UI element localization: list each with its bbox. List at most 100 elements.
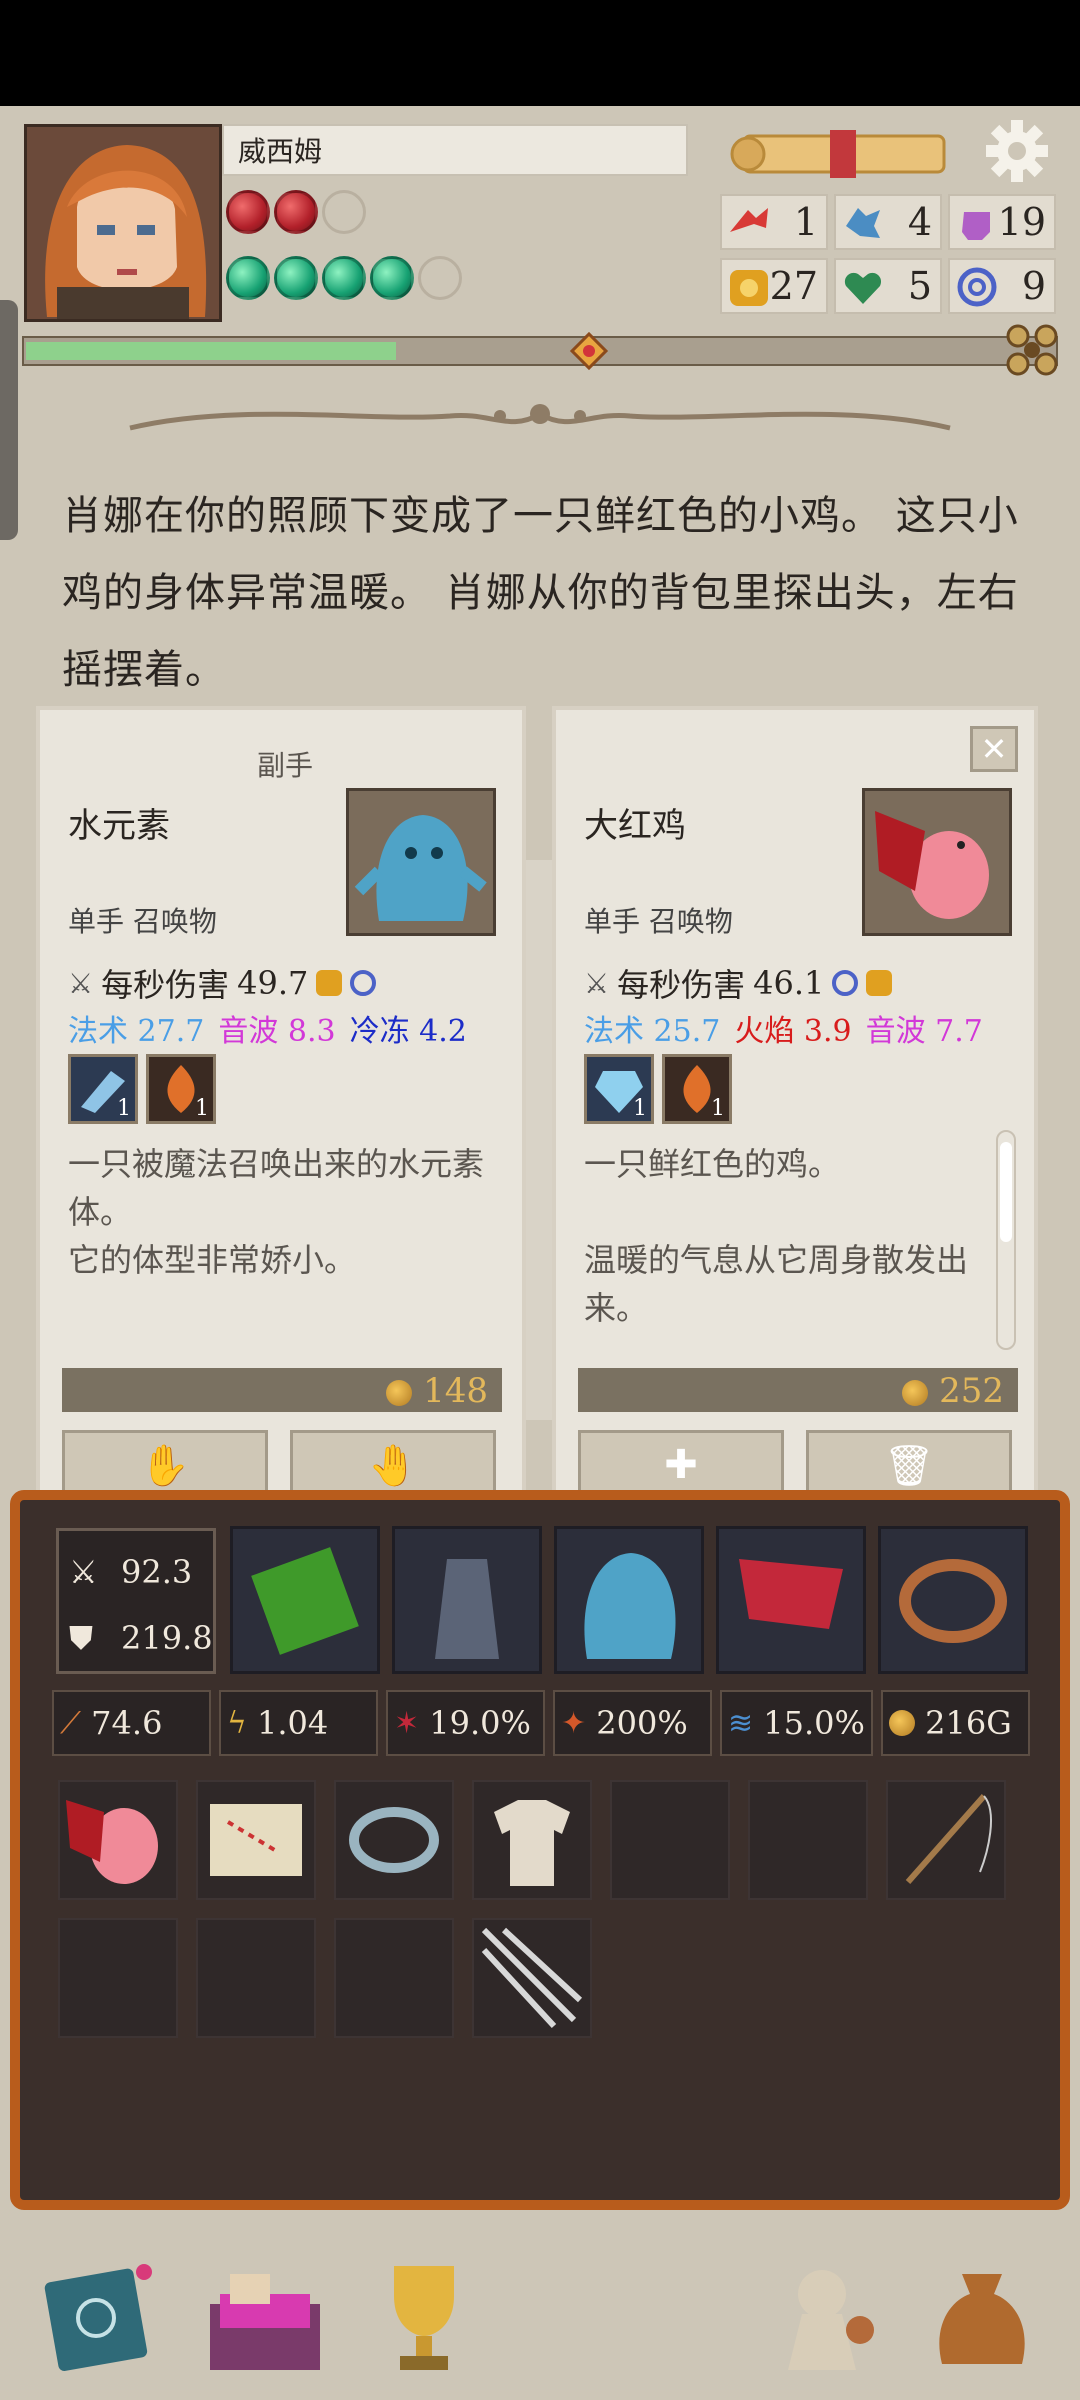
- stamina-orb-filled: [370, 256, 414, 300]
- health-orbs: [226, 190, 366, 234]
- sword-icon: ⚔: [69, 1553, 98, 1591]
- red-arrow-icon: [730, 208, 768, 232]
- fire-gem-slot[interactable]: 1: [146, 1054, 216, 1124]
- equip-slot-hooded-cloak[interactable]: [392, 1526, 542, 1674]
- dps-line: ⚔ 每秒伤害 46.1: [584, 960, 893, 1006]
- stamina-orb-filled: [226, 256, 270, 300]
- blue-spiral-icon: [832, 970, 859, 996]
- item-card-equipped: 副手 水元素 单手 召唤物 ⚔ 每秒伤害 49.7 法术 27.7 音波 8.3…: [36, 706, 526, 1514]
- fire-gem-slot[interactable]: 1: [662, 1054, 732, 1124]
- resource-purple: 19: [948, 194, 1056, 250]
- health-orb-empty: [322, 190, 366, 234]
- effect-frost: 冷冻 4.2: [349, 1014, 467, 1049]
- xp-marker-icon: [568, 330, 610, 372]
- resource-blue: 4: [834, 194, 942, 250]
- equip-slot-water-elemental[interactable]: [554, 1526, 704, 1674]
- backpack-slot-arrows[interactable]: [472, 1918, 592, 2038]
- backpack-slot-empty[interactable]: [748, 1780, 868, 1900]
- resource-red: 1: [720, 194, 828, 250]
- blue-spiral-icon: [350, 970, 377, 996]
- spellbook-icon[interactable]: [40, 2254, 160, 2374]
- stamina-orbs: [226, 256, 462, 300]
- item-type: 单手 召唤物: [584, 905, 733, 938]
- equip-slot-red-banner[interactable]: [716, 1526, 866, 1674]
- item-description: 一只鲜红色的鸡。 温暖的气息从它周身散发出来。: [584, 1145, 969, 1327]
- gold-ring-icon: [866, 970, 893, 996]
- character-name-field[interactable]: 威西姆: [222, 124, 688, 176]
- gold-ring-icon: [730, 270, 768, 306]
- item-type: 单手 召唤物: [68, 905, 217, 938]
- equip-slot-green-scroll[interactable]: [230, 1526, 380, 1674]
- effect-spell: 法术 27.7: [68, 1014, 205, 1049]
- attr-crit-damage: ✦ 200%: [552, 1690, 712, 1756]
- backpack-slot-fishing-rod[interactable]: [886, 1780, 1006, 1900]
- attribute-bar: ⟋ 74.6 ϟ 1.04 ✶ 19.0% ✦ 200% ≋ 15.0% 216…: [52, 1690, 1031, 1756]
- attr-attack-boost: ⟋ 74.6: [52, 1690, 211, 1756]
- equip-slot-rope[interactable]: [878, 1526, 1028, 1674]
- attr-speed: ϟ 1.04: [218, 1690, 378, 1756]
- effect-spell: 法术 25.7: [584, 1014, 721, 1049]
- item-card-selected: ✕ 大红鸡 单手 召唤物 ⚔ 每秒伤害 46.1 法术 25.7 火焰 3.9 …: [552, 706, 1038, 1514]
- crit-chance-icon: ✶: [393, 1705, 420, 1741]
- backpack-slot-empty[interactable]: [610, 1780, 730, 1900]
- experience-bar-fill: [26, 342, 396, 360]
- backpack-slot-empty[interactable]: [58, 1918, 178, 2038]
- merchant-icon[interactable]: [758, 2254, 878, 2374]
- item-price: 148: [62, 1368, 502, 1412]
- story-text: 肖娜在你的照顾下变成了一只鲜红色的小鸡。 这只小鸡的身体异常温暖。 肖娜从你的背…: [62, 493, 1019, 693]
- sword-icon: ⚔: [584, 966, 610, 1000]
- combat-stats: ⚔ 92.3 ⛊ 219.8: [56, 1528, 216, 1674]
- blue-splash-icon: [846, 208, 880, 238]
- health-orb-filled: [226, 190, 270, 234]
- red-chicken-icon: [862, 788, 1012, 936]
- backpack-slot-empty[interactable]: [196, 1918, 316, 2038]
- side-drawer-handle[interactable]: [0, 300, 18, 540]
- ice-gem-slot[interactable]: 1: [68, 1054, 138, 1124]
- damage-effects: 法术 25.7 火焰 3.9 音波 7.7: [584, 1006, 983, 1050]
- stamina-orb-empty: [418, 256, 462, 300]
- backpack-slot-silver-ring[interactable]: [334, 1780, 454, 1900]
- item-price: 252: [578, 1368, 1018, 1412]
- attr-dodge: ≋ 15.0%: [719, 1690, 873, 1756]
- loot-bag-icon[interactable]: [922, 2254, 1042, 2374]
- description-scrollbar[interactable]: [996, 1130, 1016, 1350]
- damage-effects: 法术 27.7 音波 8.3 冷冻 4.2: [68, 1006, 467, 1050]
- quest-scroll-button[interactable]: [730, 126, 960, 182]
- health-orb-filled: [274, 190, 318, 234]
- card-slot-header: 副手: [256, 749, 313, 782]
- backpack-slot-empty[interactable]: [334, 1918, 454, 2038]
- close-icon[interactable]: ✕: [970, 726, 1018, 772]
- purple-potion-icon: [962, 212, 990, 240]
- resource-spiral: 9: [948, 258, 1056, 314]
- shield-icon: ⛊: [69, 1619, 94, 1657]
- effect-sonic: 音波 7.7: [865, 1014, 983, 1049]
- attack-boost-icon: ⟋: [60, 1705, 81, 1741]
- ice-gem-slot[interactable]: 1: [584, 1054, 654, 1124]
- gear-icon[interactable]: [984, 118, 1050, 184]
- green-heart-icon: [844, 272, 882, 304]
- item-name: 大红鸡: [584, 806, 686, 846]
- hand-right-icon: 🤚: [368, 1442, 418, 1489]
- scrollbar-thumb[interactable]: [1000, 1142, 1012, 1242]
- backpack-slot-red-chicken[interactable]: [58, 1780, 178, 1900]
- sword-icon: ⚔: [68, 966, 94, 1000]
- trophy-icon[interactable]: [364, 2256, 484, 2376]
- speed-icon: ϟ: [226, 1705, 247, 1741]
- treasure-chest-icon[interactable]: [200, 2254, 320, 2374]
- dps-line: ⚔ 每秒伤害 49.7: [68, 960, 377, 1006]
- status-bar: [0, 0, 1080, 106]
- resource-gold: 27: [720, 258, 828, 314]
- item-description: 一只被魔法召唤出来的水元素体。 它的体型非常娇小。: [68, 1145, 485, 1279]
- trash-icon: 🗑: [883, 1442, 935, 1489]
- effect-sonic: 音波 8.3: [218, 1014, 336, 1049]
- coin-icon: [888, 1710, 915, 1736]
- dodge-icon: ≋: [727, 1705, 754, 1741]
- backpack-slot-map[interactable]: [196, 1780, 316, 1900]
- character-portrait[interactable]: [24, 124, 222, 322]
- blue-spiral-icon: [957, 267, 997, 307]
- item-name: 水元素: [68, 806, 170, 846]
- backpack-slot-shirt[interactable]: [472, 1780, 592, 1900]
- xp-end-ornament-icon: [1004, 322, 1060, 378]
- stamina-orb-filled: [274, 256, 318, 300]
- attr-crit-chance: ✶ 19.0%: [385, 1690, 545, 1756]
